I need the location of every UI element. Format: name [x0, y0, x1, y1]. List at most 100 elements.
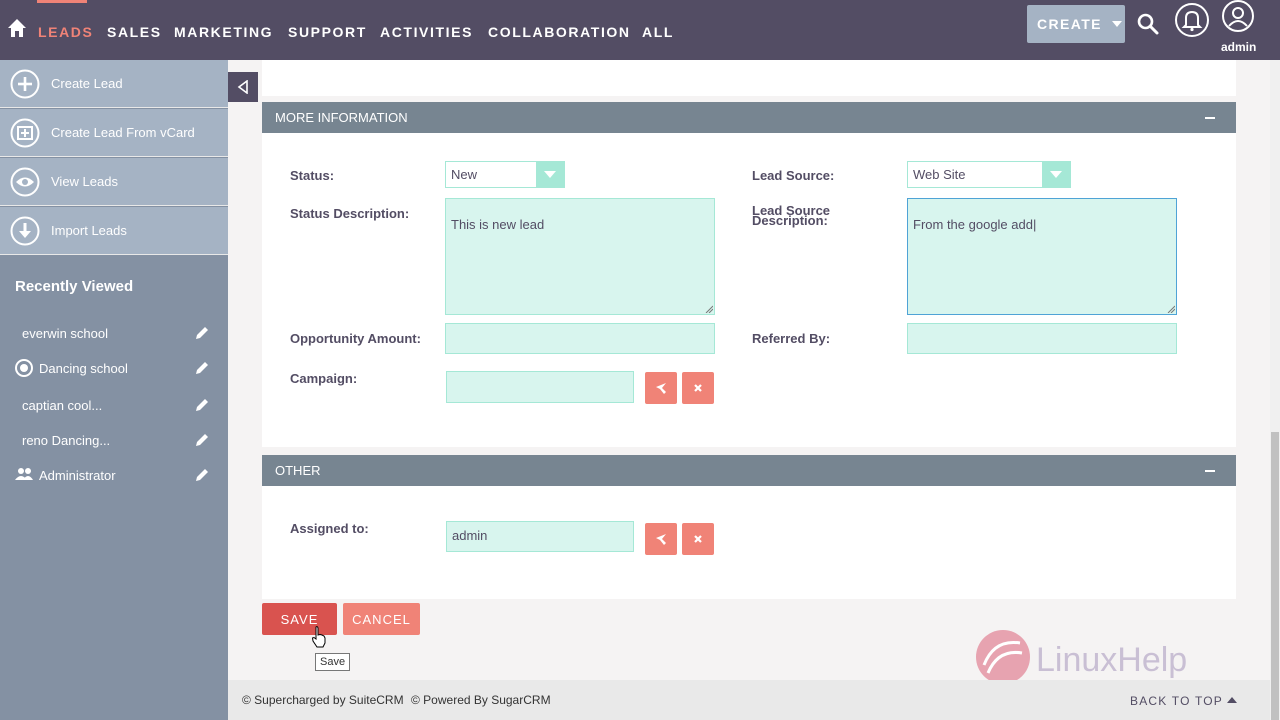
download-icon [10, 216, 40, 245]
nav-collaboration[interactable]: COLLABORATION [488, 24, 631, 40]
sidebar-action-label: Create Lead [51, 76, 123, 91]
active-tab-indicator [37, 0, 87, 3]
more-information-header[interactable]: MORE INFORMATION [262, 102, 1236, 133]
resize-handle-icon[interactable] [705, 305, 713, 313]
bell-icon[interactable] [1174, 2, 1210, 38]
eye-icon [10, 167, 40, 196]
pencil-icon[interactable] [194, 397, 210, 413]
sidebar-collapse-button[interactable] [228, 72, 258, 102]
lead-source-label: Lead Source: [752, 168, 835, 183]
panel-title: OTHER [275, 463, 321, 478]
cancel-button[interactable]: CANCEL [343, 603, 420, 635]
other-panel [262, 486, 1236, 599]
recent-item-label: captian cool... [22, 397, 103, 413]
recently-viewed-title: Recently Viewed [15, 278, 134, 295]
chevron-left-icon [237, 80, 248, 94]
hand-cursor-icon [311, 626, 326, 648]
home-icon[interactable] [7, 18, 27, 38]
chevron-down-icon [1111, 21, 1122, 27]
status-label: Status: [290, 168, 335, 183]
svg-text:LinuxHelp: LinuxHelp [1036, 641, 1187, 679]
recent-item[interactable]: captian cool... [0, 390, 228, 420]
panel-title: MORE INFORMATION [275, 110, 408, 125]
nav-leads[interactable]: LEADS [38, 24, 93, 40]
sidebar-action-label: Create Lead From vCard [51, 125, 195, 140]
pencil-icon[interactable] [194, 432, 210, 448]
create-button[interactable]: CREATE [1027, 5, 1125, 43]
back-to-top-link[interactable]: BACK TO TOP [1130, 694, 1238, 708]
status-value: New [451, 167, 478, 182]
vcard-icon [10, 118, 40, 147]
nav-activities[interactable]: ACTIVITIES [380, 24, 473, 40]
chevron-down-icon [536, 162, 564, 187]
other-header[interactable]: OTHER [262, 455, 1236, 486]
arrow-up-icon [1227, 697, 1238, 703]
recent-item-label: Administrator [39, 467, 116, 483]
sidebar-action-import-leads[interactable]: Import Leads [0, 207, 228, 255]
sidebar-action-label: View Leads [51, 174, 118, 189]
top-navbar: LEADS SALES MARKETING SUPPORT ACTIVITIES… [0, 0, 1280, 60]
save-tooltip: Save [315, 653, 351, 671]
opportunity-amount-input[interactable] [445, 323, 715, 354]
close-icon [694, 535, 702, 543]
pencil-icon[interactable] [194, 325, 210, 341]
footer-sugarcrm-link[interactable]: © Powered By SugarCRM [411, 693, 551, 707]
linuxhelp-logo: LinuxHelp [976, 630, 1187, 684]
campaign-clear-button[interactable] [682, 372, 714, 404]
recent-item-label: reno Dancing... [22, 432, 111, 448]
pencil-icon[interactable] [194, 360, 210, 376]
sidebar-action-create-from-vcard[interactable]: Create Lead From vCard [0, 109, 228, 157]
scrollbar-thumb[interactable] [1271, 432, 1279, 720]
nav-sales[interactable]: SALES [107, 24, 162, 40]
plus-circle-icon [10, 69, 40, 98]
resize-handle-icon[interactable] [1167, 305, 1175, 313]
nav-marketing[interactable]: MARKETING [174, 24, 273, 40]
back-to-top-label: BACK TO TOP [1130, 694, 1224, 708]
lead-source-description-value: From the google add| [913, 217, 1037, 232]
campaign-select-button[interactable] [645, 372, 677, 404]
nav-all[interactable]: ALL [642, 24, 674, 40]
chevron-down-icon [1042, 162, 1070, 187]
assigned-to-label: Assigned to: [290, 521, 369, 536]
user-avatar-icon[interactable] [1220, 0, 1256, 36]
user-name[interactable]: admin [1221, 40, 1256, 54]
lead-source-description-label: Lead Source Description: [752, 204, 830, 228]
campaign-input[interactable] [446, 371, 634, 403]
label-line-2: Description: [752, 213, 828, 228]
target-icon [15, 359, 33, 377]
pencil-icon[interactable] [194, 467, 210, 483]
recent-item[interactable]: everwin school [0, 318, 228, 348]
footer-suitecrm-link[interactable]: © Supercharged by SuiteCRM [242, 693, 404, 707]
recent-item-label: Dancing school [39, 360, 128, 376]
recent-item[interactable]: Administrator [0, 460, 228, 490]
recent-item[interactable]: reno Dancing... [0, 425, 228, 455]
status-description-value: This is new lead [451, 217, 545, 232]
collapse-icon[interactable] [1205, 117, 1215, 119]
users-icon [15, 468, 33, 480]
assigned-to-input[interactable]: admin [446, 521, 634, 552]
assigned-clear-button[interactable] [682, 523, 714, 555]
close-icon [694, 384, 702, 392]
status-description-textarea[interactable]: This is new lead [445, 198, 715, 315]
previous-panel [262, 60, 1236, 96]
status-description-label: Status Description: [290, 206, 410, 221]
search-icon[interactable] [1136, 12, 1160, 36]
cursor-select-icon [656, 534, 666, 545]
referred-by-input[interactable] [907, 323, 1177, 354]
cursor-select-icon [656, 383, 666, 394]
lead-source-select[interactable]: Web Site [907, 161, 1071, 188]
collapse-icon[interactable] [1205, 470, 1215, 472]
assigned-select-button[interactable] [645, 523, 677, 555]
lead-source-description-textarea[interactable]: From the google add| [907, 198, 1177, 315]
sidebar-action-view-leads[interactable]: View Leads [0, 158, 228, 206]
recent-item[interactable]: Dancing school [0, 353, 228, 383]
sidebar-action-create-lead[interactable]: Create Lead [0, 60, 228, 108]
status-select[interactable]: New [445, 161, 565, 188]
create-button-label: CREATE [1037, 16, 1102, 32]
sidebar-action-label: Import Leads [51, 223, 127, 238]
sidebar: Create Lead Create Lead From vCard View … [0, 60, 228, 720]
referred-by-label: Referred By: [752, 331, 831, 346]
nav-support[interactable]: SUPPORT [288, 24, 367, 40]
campaign-label: Campaign: [290, 371, 358, 386]
lead-source-value: Web Site [913, 167, 966, 182]
